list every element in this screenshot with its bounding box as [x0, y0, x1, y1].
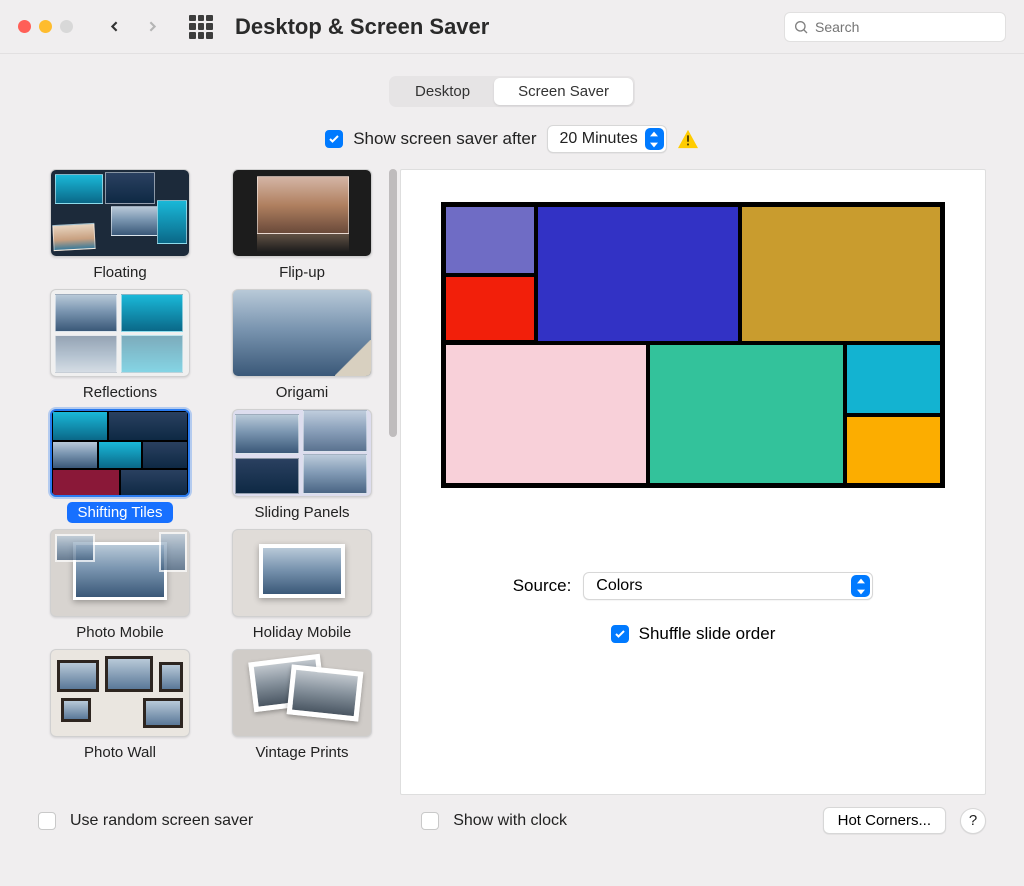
show-clock-label: Show with clock [453, 812, 567, 830]
help-button[interactable]: ? [960, 808, 986, 834]
saver-floating[interactable]: Floating [38, 169, 202, 283]
saver-photo-wall[interactable]: Photo Wall [38, 649, 202, 763]
tab-desktop[interactable]: Desktop [391, 78, 494, 105]
back-button[interactable] [99, 12, 129, 42]
saver-vintage-prints[interactable]: Vintage Prints [220, 649, 384, 763]
tab-bar: Desktop Screen Saver [0, 54, 1024, 121]
warning-icon [677, 129, 699, 149]
shuffle-checkbox[interactable] [611, 625, 629, 643]
tab-screensaver[interactable]: Screen Saver [494, 78, 633, 105]
zoom-icon [60, 20, 73, 33]
search-input[interactable] [815, 19, 997, 35]
show-after-select[interactable]: 20 Minutes [547, 125, 667, 153]
show-after-label: Show screen saver after [353, 129, 536, 149]
stepper-icon [645, 128, 664, 150]
saver-reflections[interactable]: Reflections [38, 289, 202, 403]
scrollbar[interactable] [388, 169, 398, 795]
saver-origami[interactable]: Origami [220, 289, 384, 403]
show-after-row: Show screen saver after 20 Minutes [0, 121, 1024, 169]
show-all-icon[interactable] [189, 15, 213, 39]
random-saver-label: Use random screen saver [70, 812, 253, 830]
minimize-icon[interactable] [39, 20, 52, 33]
forward-button[interactable] [137, 12, 167, 42]
saver-shifting-tiles[interactable]: Shifting Tiles [38, 409, 202, 523]
random-saver-checkbox[interactable] [38, 812, 56, 830]
saver-sliding-panels[interactable]: Sliding Panels [220, 409, 384, 523]
search-field[interactable] [784, 12, 1006, 42]
saver-holiday-mobile[interactable]: Holiday Mobile [220, 529, 384, 643]
show-clock-checkbox[interactable] [421, 812, 439, 830]
source-label: Source: [513, 576, 572, 596]
hot-corners-button[interactable]: Hot Corners... [823, 807, 946, 834]
window-controls [18, 20, 73, 33]
screensaver-preview [441, 202, 945, 488]
page-title: Desktop & Screen Saver [235, 14, 489, 40]
source-select[interactable]: Colors [583, 572, 873, 600]
preview-pane: Source: Colors Shuffle slide order [400, 169, 986, 795]
stepper-icon [851, 575, 870, 597]
screensaver-list[interactable]: Floating Flip-up Reflections [38, 169, 384, 795]
toolbar: Desktop & Screen Saver [0, 0, 1024, 54]
shuffle-label: Shuffle slide order [639, 624, 776, 644]
saver-flipup[interactable]: Flip-up [220, 169, 384, 283]
close-icon[interactable] [18, 20, 31, 33]
saver-photo-mobile[interactable]: Photo Mobile [38, 529, 202, 643]
search-icon [793, 19, 809, 35]
show-after-checkbox[interactable] [325, 130, 343, 148]
